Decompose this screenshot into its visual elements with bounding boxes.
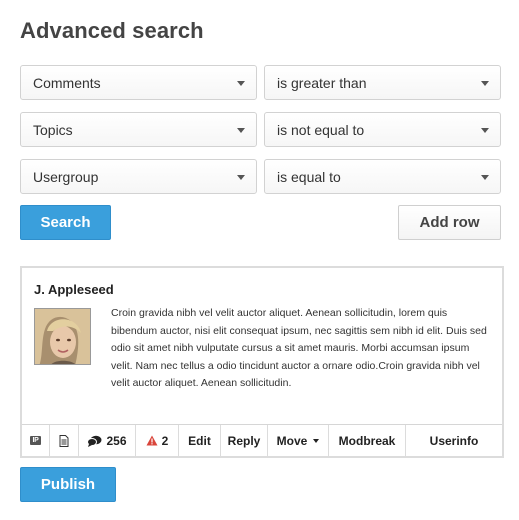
userinfo-button[interactable]: Userinfo [406,425,502,456]
warning-icon [146,435,158,446]
filter-field-select-2[interactable]: Topics [20,112,257,147]
filter-operator-select-2[interactable]: is not equal to [264,112,501,147]
add-row-button[interactable]: Add row [398,205,501,240]
chevron-down-icon [237,128,245,133]
filter-operator-value: is not equal to [277,121,365,138]
post-author: J. Appleseed [34,282,114,297]
filter-field-value: Topics [33,121,73,138]
move-label: Move [276,433,308,448]
warning-button[interactable]: 2 [136,425,179,456]
avatar [34,308,91,365]
chevron-down-icon [481,81,489,86]
document-button[interactable] [50,425,79,456]
publish-button[interactable]: Publish [20,467,116,502]
comments-button[interactable]: 256 [79,425,136,456]
filter-field-value: Comments [33,74,101,91]
ip-button[interactable]: IP [22,425,50,456]
filter-operator-select-1[interactable]: is greater than [264,65,501,100]
filter-operator-value: is equal to [277,168,341,185]
filter-operator-value: is greater than [277,74,367,91]
filter-field-select-3[interactable]: Usergroup [20,159,257,194]
filter-operator-select-3[interactable]: is equal to [264,159,501,194]
post-toolbar: IP 256 2 Edit Reply Move Modbreak Userin… [22,424,502,456]
comment-count: 256 [106,433,127,448]
move-dropdown[interactable]: Move [268,425,329,456]
search-button[interactable]: Search [20,205,111,240]
warning-count: 2 [161,433,169,448]
chevron-down-icon [481,128,489,133]
chevron-down-icon [481,175,489,180]
chevron-down-icon [237,175,245,180]
document-icon [59,434,69,447]
comments-icon [87,435,102,447]
page-title: Advanced search [20,18,204,43]
reply-button[interactable]: Reply [221,425,268,456]
filter-field-select-1[interactable]: Comments [20,65,257,100]
chevron-down-icon [313,438,320,443]
post-card: J. Appleseed Croin gravida nibh vel veli… [20,266,504,458]
filter-field-value: Usergroup [33,168,99,185]
chevron-down-icon [237,81,245,86]
edit-button[interactable]: Edit [179,425,221,456]
avatar-image [35,309,90,364]
post-body: Croin gravida nibh vel velit auctor aliq… [111,307,487,389]
ip-icon: IP [30,436,41,445]
modbreak-button[interactable]: Modbreak [329,425,406,456]
